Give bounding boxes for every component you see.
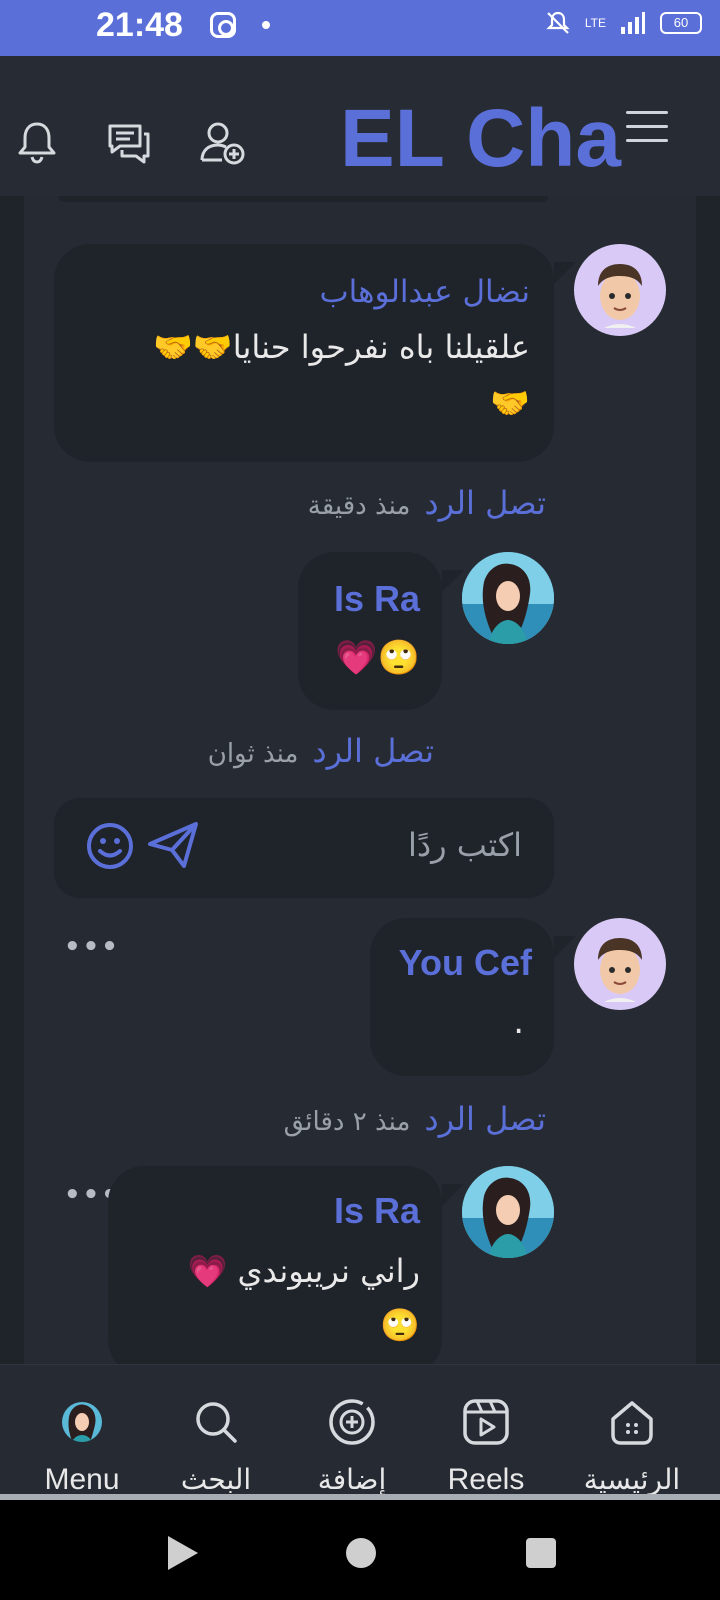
status-time: 21:48 <box>96 6 183 44</box>
nav-label: إضافة <box>317 1463 387 1496</box>
profile-avatar-icon <box>62 1402 102 1442</box>
silent-bell-icon <box>546 11 570 34</box>
avatar[interactable] <box>574 244 666 336</box>
bubble-tail <box>554 262 576 284</box>
comment-text: راني نريبوندي 💗 <box>187 1252 420 1290</box>
add-friend-icon[interactable] <box>198 118 248 168</box>
previous-comment-bubble-edge <box>58 196 548 202</box>
anime-avatar-icon <box>462 552 554 644</box>
comment-text-line2: 🤝 <box>490 384 530 422</box>
system-navigation-bar <box>0 1500 720 1600</box>
comment-bubble[interactable]: You Cef . <box>370 918 554 1076</box>
comment-meta: تصل الرد منذ ٢ دقائق <box>284 1100 546 1138</box>
notification-dot-icon <box>262 21 270 29</box>
nav-label: Reels <box>447 1463 525 1496</box>
hamburger-menu-icon[interactable] <box>626 111 668 147</box>
nav-add[interactable]: إضافة <box>282 1365 422 1501</box>
comment-timestamp: منذ ٢ دقائق <box>283 1107 411 1137</box>
status-bar: 21:48 LTE 60 <box>0 0 720 56</box>
nav-reels[interactable]: Reels <box>416 1365 556 1501</box>
network-type: LTE <box>584 16 606 30</box>
add-circle-icon <box>329 1399 375 1445</box>
app-brand-title: EL Cha <box>340 93 621 184</box>
anime-avatar-icon <box>462 1166 554 1258</box>
comment-timestamp: منذ دقيقة <box>307 491 411 521</box>
avatar[interactable] <box>462 1166 554 1258</box>
nav-label: البحث <box>180 1463 252 1496</box>
home-icon <box>611 1401 653 1445</box>
nav-search[interactable]: البحث <box>146 1365 286 1501</box>
comment-timestamp: منذ ثوان <box>207 739 299 769</box>
bell-icon[interactable] <box>12 118 62 168</box>
chat-icon[interactable] <box>104 118 154 168</box>
bubble-tail <box>442 570 464 592</box>
home-button-icon[interactable] <box>346 1538 376 1568</box>
reply-input[interactable]: اكتب ردًا <box>408 826 522 864</box>
comment-author[interactable]: نضال عبدالوهاب <box>319 274 530 310</box>
search-icon <box>196 1402 237 1443</box>
send-icon[interactable] <box>146 818 200 872</box>
comment-bubble[interactable]: Is Ra راني نريبوندي 💗 🙄 <box>108 1166 442 1376</box>
avatar[interactable] <box>462 552 554 644</box>
emoji-icon[interactable] <box>84 820 136 872</box>
recent-apps-icon[interactable] <box>526 1538 556 1568</box>
reply-composer[interactable]: اكتب ردًا <box>54 798 554 898</box>
bubble-tail <box>442 1184 464 1206</box>
nav-label: الرئيسية <box>583 1463 681 1496</box>
reply-link[interactable]: تصل الرد <box>312 732 434 770</box>
nav-menu[interactable]: Menu <box>12 1365 152 1501</box>
reels-icon <box>463 1399 509 1445</box>
reply-link[interactable]: تصل الرد <box>424 484 546 522</box>
comment-author[interactable]: Is Ra <box>334 1190 420 1232</box>
instagram-notification-icon <box>210 12 236 38</box>
more-options-icon[interactable]: ••• <box>64 932 120 962</box>
avatar[interactable] <box>574 918 666 1010</box>
comment-meta: تصل الرد منذ دقيقة <box>308 484 546 522</box>
back-icon[interactable] <box>168 1536 198 1570</box>
signal-icon <box>621 12 645 34</box>
bubble-tail <box>554 936 576 958</box>
nav-label: Menu <box>44 1463 120 1496</box>
comment-text: علقيلنا باه نفرحوا حنايا🤝🤝 <box>153 328 530 366</box>
comment-text-line2: 🙄 <box>380 1306 420 1344</box>
comment-text: 🙄💗 <box>335 638 420 678</box>
comment-author[interactable]: You Cef <box>399 942 532 984</box>
nav-home[interactable]: الرئيسية <box>562 1365 702 1501</box>
memoji-avatar-icon <box>598 264 642 328</box>
comment-meta: تصل الرد منذ ثوان <box>208 732 434 770</box>
reply-link[interactable]: تصل الرد <box>424 1100 546 1138</box>
comment-text: . <box>513 1002 524 1042</box>
comment-bubble[interactable]: Is Ra 🙄💗 <box>298 552 442 710</box>
memoji-avatar-icon <box>598 938 642 1002</box>
battery-indicator: 60 <box>660 12 702 34</box>
comment-bubble[interactable]: نضال عبدالوهاب علقيلنا باه نفرحوا حنايا🤝… <box>54 244 554 462</box>
bottom-navigation: Menu البحث إضافة Reels الرئيسية <box>0 1364 720 1500</box>
comment-author[interactable]: Is Ra <box>334 578 420 620</box>
